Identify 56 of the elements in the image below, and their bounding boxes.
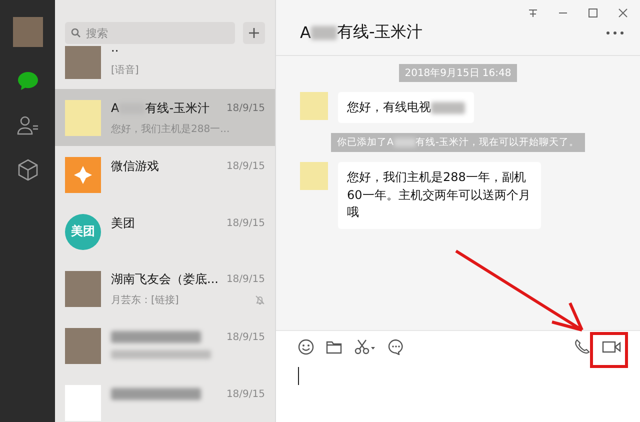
message-text: 您好，有线电视 (347, 100, 431, 114)
chat-title: 有线-玉米汁 (336, 22, 423, 43)
chat-bubble-icon[interactable] (388, 339, 404, 355)
text-cursor (298, 367, 299, 385)
contact-name: 微信游戏 (111, 158, 159, 174)
contact-name: A (111, 101, 120, 115)
folder-icon[interactable] (326, 340, 342, 354)
contacts-icon[interactable] (16, 115, 38, 135)
contact-name: 美团 (111, 214, 135, 232)
logo-avatar (65, 384, 101, 420)
emoji-icon[interactable] (298, 339, 314, 355)
pin-icon[interactable] (528, 8, 538, 18)
chat-title: A (300, 23, 311, 42)
contact-name: 有线-玉米汁 (145, 100, 210, 116)
message-time: 18/9/15 (226, 274, 265, 284)
chat-list-item[interactable]: ·· [语音] (55, 46, 275, 89)
message-time: 18/9/15 (226, 102, 265, 114)
plus-icon (248, 27, 260, 39)
system-message: 有线-玉米汁，现在可以开始聊天了。 (416, 136, 579, 150)
blurred-text (394, 138, 416, 148)
cube-icon[interactable] (16, 159, 38, 181)
photo-placeholder (65, 46, 101, 78)
photo-placeholder (65, 270, 101, 306)
chat-list-item[interactable]: 微信游戏 18/9/15 (55, 146, 275, 203)
system-message: 你已添加了A (337, 136, 394, 150)
message-time: 18/9/15 (226, 388, 265, 400)
chat-list-item[interactable]: A 有线-玉米汁 18/9/15 您好，我们主机是288一... (55, 89, 275, 146)
video-camera-icon[interactable] (602, 340, 622, 354)
chat-list-item[interactable]: 美团 美团 18/9/15 (55, 203, 275, 260)
search-field[interactable]: 搜索 (65, 22, 235, 44)
message-preview: 您好，我们主机是288一... (111, 122, 230, 136)
close-icon[interactable] (618, 8, 628, 18)
game-logo-icon (65, 156, 101, 192)
cartoon-avatar (300, 92, 328, 120)
chat-list-item[interactable]: 湖南飞友会（娄底... 18/9/15 月芸东：[链接] (55, 260, 275, 317)
timestamp: 2018年9月15日 16:48 (398, 64, 518, 82)
chat-bubble-icon[interactable] (16, 71, 38, 91)
add-button[interactable] (243, 22, 265, 44)
more-icon[interactable] (606, 30, 624, 34)
cartoon-avatar (300, 162, 328, 190)
message-time: 18/9/15 (226, 218, 265, 228)
blurred-text (310, 26, 337, 40)
message-preview: [语音] (111, 64, 139, 77)
scissors-icon[interactable] (354, 339, 376, 355)
message-preview: 月芸东：[链接] (111, 294, 179, 306)
cartoon-avatar (65, 100, 101, 136)
message-time: 18/9/15 (226, 160, 265, 172)
maximize-icon[interactable] (588, 8, 598, 18)
message-text: 您好，我们主机是288一年，副机60一年。主机交两年可以送两个月哦 (347, 170, 530, 220)
contact-name: ·· (111, 46, 119, 58)
contact-name: 湖南飞友会（娄底... (111, 270, 218, 288)
meituan-logo: 美团 (65, 214, 101, 250)
phone-icon[interactable] (574, 339, 590, 355)
highlight-box (590, 332, 628, 368)
message-time: 18/9/15 (226, 332, 265, 342)
photo-placeholder (65, 328, 101, 364)
